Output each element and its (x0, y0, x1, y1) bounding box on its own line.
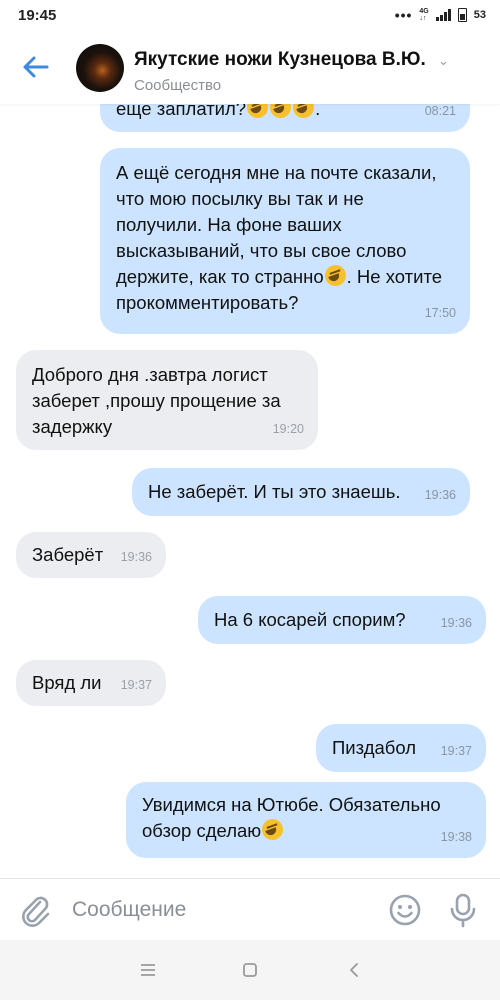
message-time: 19:36 (440, 616, 472, 630)
message-time: 19:37 (120, 678, 152, 692)
message-time: 19:37 (440, 744, 472, 758)
menu-icon (141, 964, 155, 976)
message-time: 19:36 (120, 550, 152, 564)
emoji-button[interactable] (388, 893, 422, 927)
chat-header: Якутские ножи Кузнецова В.Ю. ⌄ Сообществ… (0, 32, 500, 104)
voice-message-button[interactable] (448, 892, 478, 928)
smiley-icon (389, 894, 421, 926)
battery-level: 53 (473, 9, 486, 21)
message-text: Не заберёт. И ты это знаешь. (148, 481, 401, 502)
system-back-button[interactable] (342, 958, 366, 982)
message-bubble-incoming[interactable]: Заберёт 19:36 (16, 532, 166, 578)
back-button[interactable] (18, 52, 52, 82)
status-time: 19:45 (18, 7, 57, 24)
recents-button[interactable] (136, 958, 160, 982)
home-square-icon (243, 963, 257, 977)
chat-title[interactable]: Якутские ножи Кузнецова В.Ю. (134, 49, 426, 71)
message-time: 19:36 (424, 488, 456, 502)
message-bubble-incoming[interactable]: Вряд ли 19:37 (16, 660, 166, 706)
message-bubble-outgoing[interactable]: Не заберёт. И ты это знаешь. 19:36 (132, 468, 470, 516)
message-bubble-incoming[interactable]: Доброго дня .завтра логист заберет ,прош… (16, 350, 318, 450)
message-text: На 6 косарей спорим? (214, 609, 406, 630)
back-chevron-icon (350, 963, 358, 977)
message-composer (0, 878, 500, 940)
status-bar: 19:45 ••• 4G ↓↑ 53 (0, 0, 500, 32)
network-activity-label: ↓↑ (419, 15, 427, 22)
message-bubble-outgoing[interactable]: Увидимся на Ютюбе. Обязательно обзор сде… (126, 782, 486, 858)
message-bubble-outgoing[interactable]: А ещё сегодня мне на почте сказали, что … (100, 148, 470, 334)
message-text: А ещё сегодня мне на почте сказали, что … (116, 162, 443, 313)
arrow-left-icon (23, 56, 49, 78)
network-type-label: 4G (419, 8, 429, 15)
network-type-indicator: 4G ↓↑ (419, 8, 428, 22)
system-navigation-bar (0, 940, 500, 1000)
status-icons: ••• 4G ↓↑ 53 (395, 7, 486, 23)
message-bubble-outgoing[interactable]: На 6 косарей спорим? 19:36 (198, 596, 486, 644)
message-time: 19:20 (272, 422, 304, 436)
battery-icon (457, 8, 467, 22)
notification-dots-icon: ••• (394, 7, 413, 23)
message-time: 17:50 (424, 306, 456, 320)
rofl-emoji-icon (324, 265, 346, 286)
attach-button[interactable] (18, 893, 54, 929)
message-text: Доброго дня .завтра логист заберет ,прош… (32, 364, 281, 437)
message-bubble-outgoing[interactable]: Пиздабол 19:37 (316, 724, 486, 772)
chevron-down-icon[interactable]: ⌄ (438, 53, 449, 69)
rofl-emoji-icon (262, 819, 284, 840)
message-input[interactable] (72, 891, 372, 929)
paperclip-icon (22, 896, 50, 927)
signal-icon (435, 9, 451, 21)
home-button[interactable] (238, 958, 262, 982)
chat-subtitle: Сообщество (134, 77, 222, 94)
message-text: Увидимся на Ютюбе. Обязательно обзор сде… (142, 794, 441, 841)
message-time: 19:38 (440, 830, 472, 844)
community-avatar[interactable] (76, 44, 124, 92)
microphone-icon (450, 893, 476, 928)
